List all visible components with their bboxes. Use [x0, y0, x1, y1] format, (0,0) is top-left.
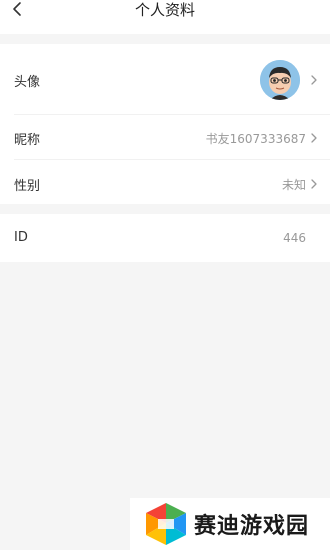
page-title: 个人资料 [134, 1, 195, 19]
account-card: ID 446 [0, 214, 330, 262]
id-label: ID [14, 230, 28, 245]
chevron-right-icon [311, 75, 317, 85]
id-value: 446 [283, 231, 306, 245]
avatar-image [260, 60, 300, 100]
nickname-value: 书友1607333687 [205, 132, 306, 146]
avatar-label: 头像 [14, 75, 41, 90]
avatar[interactable] [260, 60, 300, 100]
id-row: ID 446 [0, 214, 330, 262]
nickname-label: 昵称 [14, 133, 41, 148]
profile-card: 头像 昵称 书友1607333687 性别 未知 [0, 44, 330, 204]
nickname-row[interactable]: 昵称 书友1607333687 [0, 115, 330, 159]
avatar-row[interactable]: 头像 [0, 44, 330, 114]
chevron-right-icon [311, 179, 317, 189]
gender-value: 未知 [281, 178, 306, 192]
top-bar: 个人资料 [0, 0, 330, 34]
gender-row[interactable]: 性别 未知 [0, 160, 330, 204]
gender-label: 性别 [14, 179, 41, 194]
watermark: 赛迪游戏园 [130, 498, 330, 550]
watermark-logo-icon [146, 503, 186, 545]
chevron-right-icon [311, 133, 317, 143]
watermark-text: 赛迪游戏园 [194, 514, 310, 539]
